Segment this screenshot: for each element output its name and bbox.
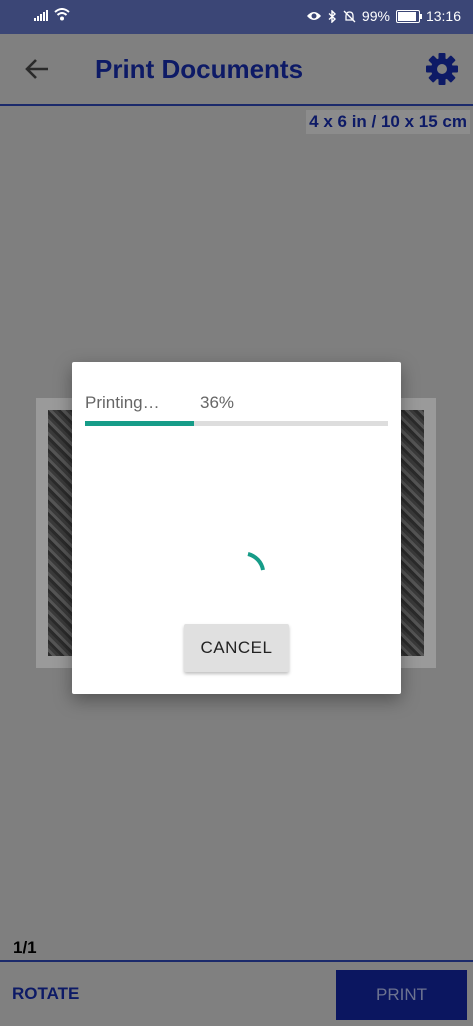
battery-percent: 99%: [361, 8, 390, 24]
rotate-button[interactable]: ROTATE: [12, 984, 79, 1004]
printing-dialog: Printing… 36% CANCEL: [72, 362, 401, 694]
eye-icon: [306, 12, 321, 20]
cancel-button[interactable]: CANCEL: [184, 624, 289, 672]
bluetooth-icon: [328, 9, 336, 23]
gear-icon[interactable]: [425, 52, 459, 86]
printing-status: Printing…: [85, 393, 160, 412]
battery-icon: [395, 9, 422, 23]
page-title: Print Documents: [95, 54, 304, 84]
bottom-bar: ROTATE PRINT: [0, 960, 473, 1026]
app-bar: Print Documents: [0, 34, 473, 106]
page-indicator: 1/1: [13, 938, 37, 957]
back-arrow-icon[interactable]: [22, 54, 52, 84]
wifi-icon: [54, 8, 70, 21]
status-bar: 99% 13:16: [0, 0, 473, 34]
paper-size-label: 4 x 6 in / 10 x 15 cm: [306, 110, 470, 134]
spinner-icon: [247, 552, 265, 571]
print-button[interactable]: PRINT: [336, 970, 467, 1020]
clock: 13:16: [425, 8, 461, 24]
progress-percent: 36%: [200, 393, 235, 412]
mute-icon: [343, 10, 356, 22]
progress-bar-fill: [85, 421, 195, 426]
progress-bar: [85, 421, 388, 426]
signal-icon: [34, 9, 48, 21]
